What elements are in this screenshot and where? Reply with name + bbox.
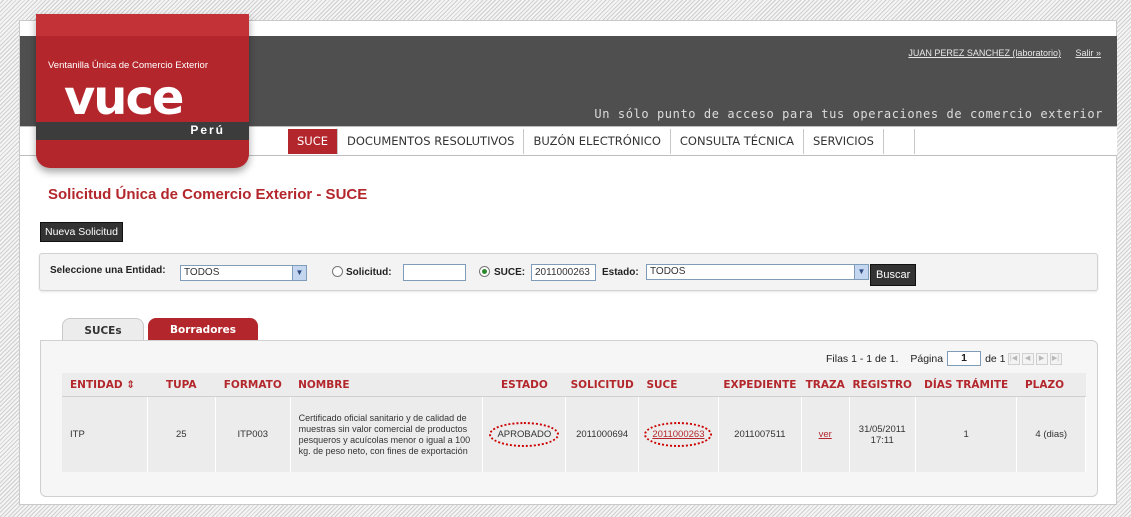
page-number-input[interactable]: 1 bbox=[947, 351, 982, 366]
cell-nombre: Certificado oficial sanitario y de calid… bbox=[290, 396, 484, 472]
col-nombre: NOMBRE bbox=[290, 373, 483, 397]
last-page-icon[interactable]: ▶| bbox=[1049, 352, 1062, 365]
logo-wordmark: vuce bbox=[64, 70, 184, 126]
prev-page-icon[interactable]: ◀ bbox=[1021, 352, 1034, 365]
cell-suce: 2011000263 bbox=[638, 396, 719, 472]
logo-top-band bbox=[36, 14, 249, 36]
suce-link[interactable]: 2011000263 bbox=[652, 429, 704, 440]
pager-rows-text: Filas 1 - 1 de 1. bbox=[826, 352, 899, 365]
col-dias-tramite: DÍAS TRÁMITE bbox=[915, 373, 1017, 397]
col-traza: TRAZA bbox=[801, 373, 850, 397]
cell-dias-tramite: 1 bbox=[915, 396, 1018, 472]
estado-value: APROBADO bbox=[489, 422, 560, 447]
tagline: Un sólo punto de acceso para tus operaci… bbox=[594, 107, 1103, 121]
logout-link[interactable]: Salir » bbox=[1075, 48, 1101, 58]
cell-entidad: ITP bbox=[62, 396, 148, 472]
col-plazo: PLAZO bbox=[1016, 373, 1086, 397]
pager-page-label: Página bbox=[910, 352, 944, 365]
estado-select-value: TODOS bbox=[650, 266, 686, 277]
tab-borradores[interactable]: Borradores bbox=[148, 318, 258, 340]
vuce-logo[interactable]: Ventanilla Única de Comercio Exterior vu… bbox=[36, 14, 249, 168]
nav-end-divider bbox=[914, 129, 1118, 154]
estado-label: Estado: bbox=[602, 267, 639, 278]
suce-input[interactable]: 2011000263 bbox=[531, 264, 596, 281]
search-button[interactable]: Buscar bbox=[870, 264, 917, 286]
nav-item-buzon-electronico[interactable]: BUZÓN ELECTRÓNICO bbox=[524, 129, 671, 154]
col-registro: REGISTRO bbox=[849, 373, 916, 397]
cell-plazo: 4 (dias) bbox=[1016, 396, 1086, 472]
next-page-icon[interactable]: ▶ bbox=[1035, 352, 1048, 365]
user-profile-link[interactable]: JUAN PEREZ SANCHEZ (laboratorio) bbox=[908, 48, 1061, 58]
tab-suces[interactable]: SUCEs bbox=[62, 318, 144, 341]
chevron-down-icon: ▼ bbox=[292, 266, 306, 280]
nav-item-suce[interactable]: SUCE bbox=[288, 129, 339, 154]
suce-circle: 2011000263 bbox=[644, 422, 713, 447]
nav-item-documentos-resolutivos[interactable]: DOCUMENTOS RESOLUTIVOS bbox=[338, 129, 525, 154]
col-solicitud: SOLICITUD bbox=[565, 373, 639, 397]
main-nav: SUCE DOCUMENTOS RESOLUTIVOS BUZÓN ELECTR… bbox=[288, 129, 884, 154]
col-formato: FORMATO bbox=[215, 373, 291, 397]
cell-registro: 31/05/2011 17:11 bbox=[849, 396, 916, 472]
cell-estado: APROBADO bbox=[482, 396, 567, 472]
suce-radio[interactable] bbox=[479, 266, 490, 277]
page-title: Solicitud Única de Comercio Exterior - S… bbox=[48, 186, 368, 203]
table-header-row: ENTIDAD ⇕ TUPA FORMATO NOMBRE ESTADO SOL… bbox=[62, 373, 1086, 397]
entity-select-value: TODOS bbox=[184, 267, 220, 278]
table-row[interactable]: ITP 25 ITP003 Certificado oficial sanita… bbox=[62, 396, 1086, 472]
estado-select[interactable]: TODOS ▼ bbox=[646, 264, 869, 280]
cell-tupa: 25 bbox=[147, 396, 216, 472]
pager-of-text: de 1 bbox=[985, 352, 1006, 365]
first-page-icon[interactable]: |◀ bbox=[1007, 352, 1020, 365]
user-links: JUAN PEREZ SANCHEZ (laboratorio) Salir » bbox=[896, 48, 1101, 58]
registro-fecha: 31/05/2011 bbox=[858, 423, 906, 435]
pager: Filas 1 - 1 de 1. Página 1 de 1 |◀ ◀ ▶ ▶… bbox=[826, 351, 1062, 366]
col-entidad[interactable]: ENTIDAD ⇕ bbox=[62, 373, 148, 397]
chevron-down-icon: ▼ bbox=[854, 265, 868, 279]
entity-label: Seleccione una Entidad: bbox=[50, 265, 166, 276]
col-expediente: EXPEDIENTE bbox=[718, 373, 802, 397]
col-estado: ESTADO bbox=[482, 373, 566, 397]
cell-traza: ver bbox=[801, 396, 850, 472]
suce-label: SUCE: bbox=[494, 267, 526, 278]
traza-ver-link[interactable]: ver bbox=[819, 429, 832, 440]
nav-item-servicios[interactable]: SERVICIOS bbox=[804, 129, 884, 154]
logo-country: Perú bbox=[190, 123, 225, 137]
nav-item-consulta-tecnica[interactable]: CONSULTA TÉCNICA bbox=[671, 129, 804, 154]
entity-select[interactable]: TODOS ▼ bbox=[180, 265, 307, 281]
suce-table: ENTIDAD ⇕ TUPA FORMATO NOMBRE ESTADO SOL… bbox=[62, 373, 1086, 472]
registro-hora: 17:11 bbox=[870, 434, 894, 446]
solicitud-input[interactable] bbox=[403, 264, 466, 281]
col-suce: SUCE bbox=[638, 373, 719, 397]
col-tupa: TUPA bbox=[147, 373, 216, 397]
solicitud-label: Solicitud: bbox=[346, 267, 392, 278]
solicitud-radio[interactable] bbox=[332, 266, 343, 277]
cell-expediente: 2011007511 bbox=[718, 396, 802, 472]
cell-solicitud: 2011000694 bbox=[565, 396, 639, 472]
new-request-button[interactable]: Nueva Solicitud bbox=[40, 222, 123, 242]
cell-formato: ITP003 bbox=[215, 396, 291, 472]
